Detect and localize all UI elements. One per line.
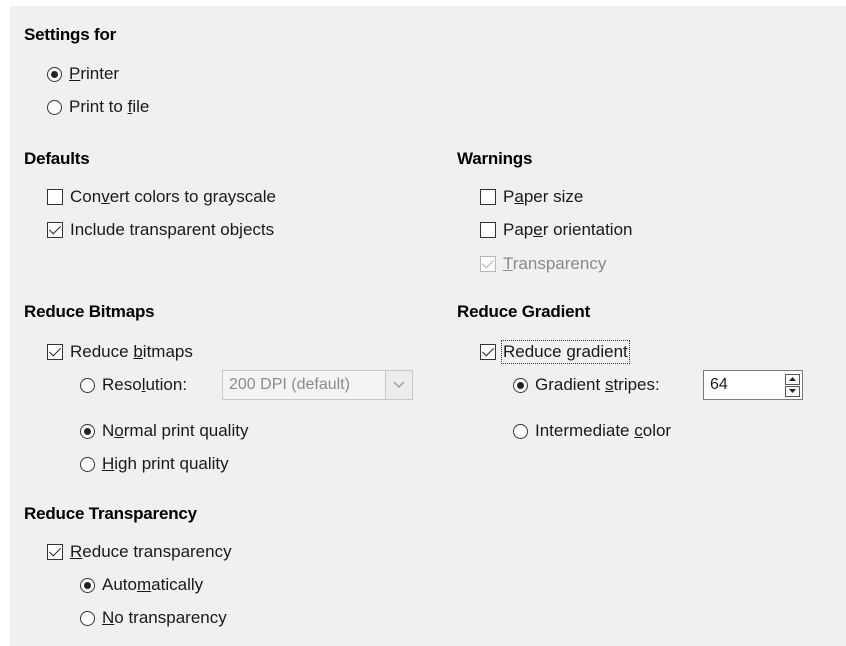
high-quality-radio[interactable]: High print quality [80,454,229,474]
reduce-gradient-heading: Reduce Gradient [457,302,591,321]
spin-up-icon[interactable] [784,373,800,385]
convert-grayscale-label: Convert colors to grayscale [70,187,276,206]
paper-orientation-checkbox[interactable]: Paper orientation [480,220,633,240]
transparency-warning-label: Transparency [503,254,607,273]
gradient-stripes-radio-indicator[interactable] [513,377,528,393]
reduce-transparency-checkbox-box[interactable] [47,544,63,560]
chevron-down-icon[interactable] [385,371,412,399]
resolution-dropdown[interactable]: 200 DPI (default) [222,370,413,400]
normal-quality-label: Normal print quality [102,421,249,440]
intermediate-color-radio[interactable]: Intermediate color [513,421,671,441]
reduce-gradient-checkbox[interactable]: Reduce gradient [480,340,630,364]
high-quality-label: High print quality [102,454,229,473]
paper-orientation-label: Paper orientation [503,220,633,239]
convert-grayscale-checkbox-box[interactable] [47,189,63,205]
settings-for-heading: Settings for [24,25,117,44]
resolution-label: Resolution: [102,375,188,394]
reduce-bitmaps-label: Reduce bitmaps [70,342,193,361]
gradient-stripes-label: Gradient stripes: [535,375,660,394]
paper-size-checkbox-box[interactable] [480,189,496,205]
automatically-radio-indicator[interactable] [80,577,95,593]
paper-size-checkbox[interactable]: Paper size [480,187,583,207]
reduce-bitmaps-checkbox[interactable]: Reduce bitmaps [47,342,193,362]
high-quality-radio-indicator[interactable] [80,456,95,472]
intermediate-color-label: Intermediate color [535,421,672,440]
print-options-panel: Settings for Printer Print to file Defau… [10,6,846,646]
paper-size-label: Paper size [503,187,584,206]
print-to-file-radio[interactable]: Print to file [47,97,149,117]
spin-buttons [782,371,802,399]
resolution-radio-indicator[interactable] [80,377,95,393]
reduce-bitmaps-checkbox-box[interactable] [47,344,63,360]
include-transparent-checkbox[interactable]: Include transparent objects [47,220,274,240]
resolution-radio[interactable]: Resolution: [80,375,187,395]
transparency-warning-checkbox[interactable]: Transparency [480,254,606,274]
print-to-file-label: Print to file [69,97,150,116]
convert-grayscale-checkbox[interactable]: Convert colors to grayscale [47,187,276,207]
reduce-transparency-heading: Reduce Transparency [24,504,197,523]
resolution-value: 200 DPI (default) [229,376,350,393]
gradient-stripes-spinbox[interactable]: 64 [703,370,803,400]
no-transparency-label: No transparency [102,608,227,627]
include-transparent-label: Include transparent objects [70,220,275,239]
include-transparent-checkbox-box[interactable] [47,222,63,238]
no-transparency-radio-indicator[interactable] [80,610,95,626]
reduce-gradient-label: Reduce gradient [501,340,630,364]
printer-radio[interactable]: Printer [47,64,119,84]
no-transparency-radio[interactable]: No transparency [80,608,227,628]
normal-quality-radio-indicator[interactable] [80,423,95,439]
reduce-transparency-label: Reduce transparency [70,542,232,561]
spin-down-icon[interactable] [784,385,800,397]
normal-quality-radio[interactable]: Normal print quality [80,421,248,441]
reduce-gradient-checkbox-box[interactable] [480,344,496,360]
gradient-stripes-value[interactable]: 64 [704,376,782,394]
printer-radio-indicator[interactable] [47,66,62,82]
print-to-file-radio-indicator[interactable] [47,99,62,115]
printer-label: Printer [69,64,120,83]
warnings-heading: Warnings [457,149,533,168]
automatically-radio[interactable]: Automatically [80,575,203,595]
paper-orientation-checkbox-box[interactable] [480,222,496,238]
reduce-transparency-checkbox[interactable]: Reduce transparency [47,542,232,562]
intermediate-color-radio-indicator[interactable] [513,423,528,439]
transparency-warning-checkbox-box[interactable] [480,256,496,272]
defaults-heading: Defaults [24,149,90,168]
gradient-stripes-radio[interactable]: Gradient stripes: [513,375,660,395]
reduce-bitmaps-heading: Reduce Bitmaps [24,302,155,321]
automatically-label: Automatically [102,575,204,594]
